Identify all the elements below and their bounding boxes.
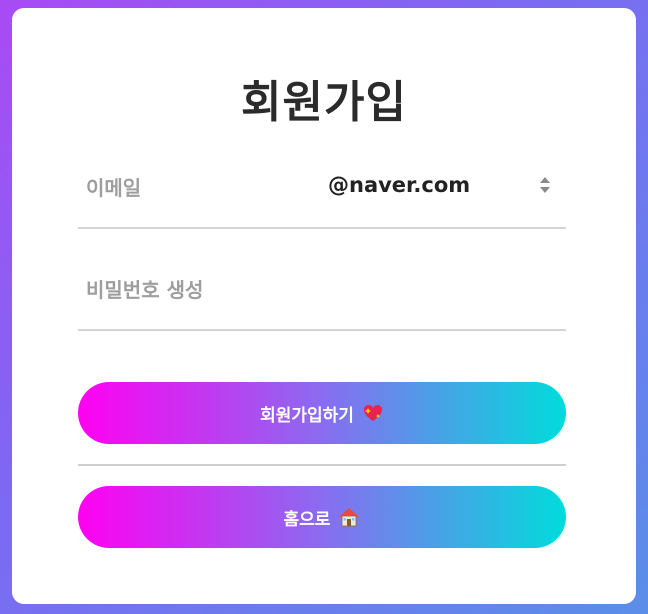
email-field-row: @naver.com bbox=[78, 158, 566, 229]
email-input[interactable] bbox=[84, 172, 318, 204]
signup-card: 회원가입 @naver.com 회원가입하기 홈으로 bbox=[12, 8, 636, 604]
home-button[interactable]: 홈으로 bbox=[78, 486, 566, 548]
divider bbox=[78, 464, 566, 466]
domain-selected-value: @naver.com bbox=[328, 173, 471, 197]
signup-button-label: 회원가입하기 bbox=[260, 405, 354, 426]
home-button-label: 홈으로 bbox=[283, 509, 331, 530]
password-input[interactable] bbox=[84, 274, 558, 306]
password-field-row bbox=[78, 260, 566, 331]
sparkling-heart-icon bbox=[362, 402, 384, 424]
house-icon bbox=[338, 506, 360, 528]
signup-button[interactable]: 회원가입하기 bbox=[78, 382, 566, 444]
select-arrows-icon bbox=[538, 174, 552, 196]
domain-select[interactable]: @naver.com bbox=[318, 170, 558, 204]
page-title: 회원가입 bbox=[241, 77, 407, 128]
